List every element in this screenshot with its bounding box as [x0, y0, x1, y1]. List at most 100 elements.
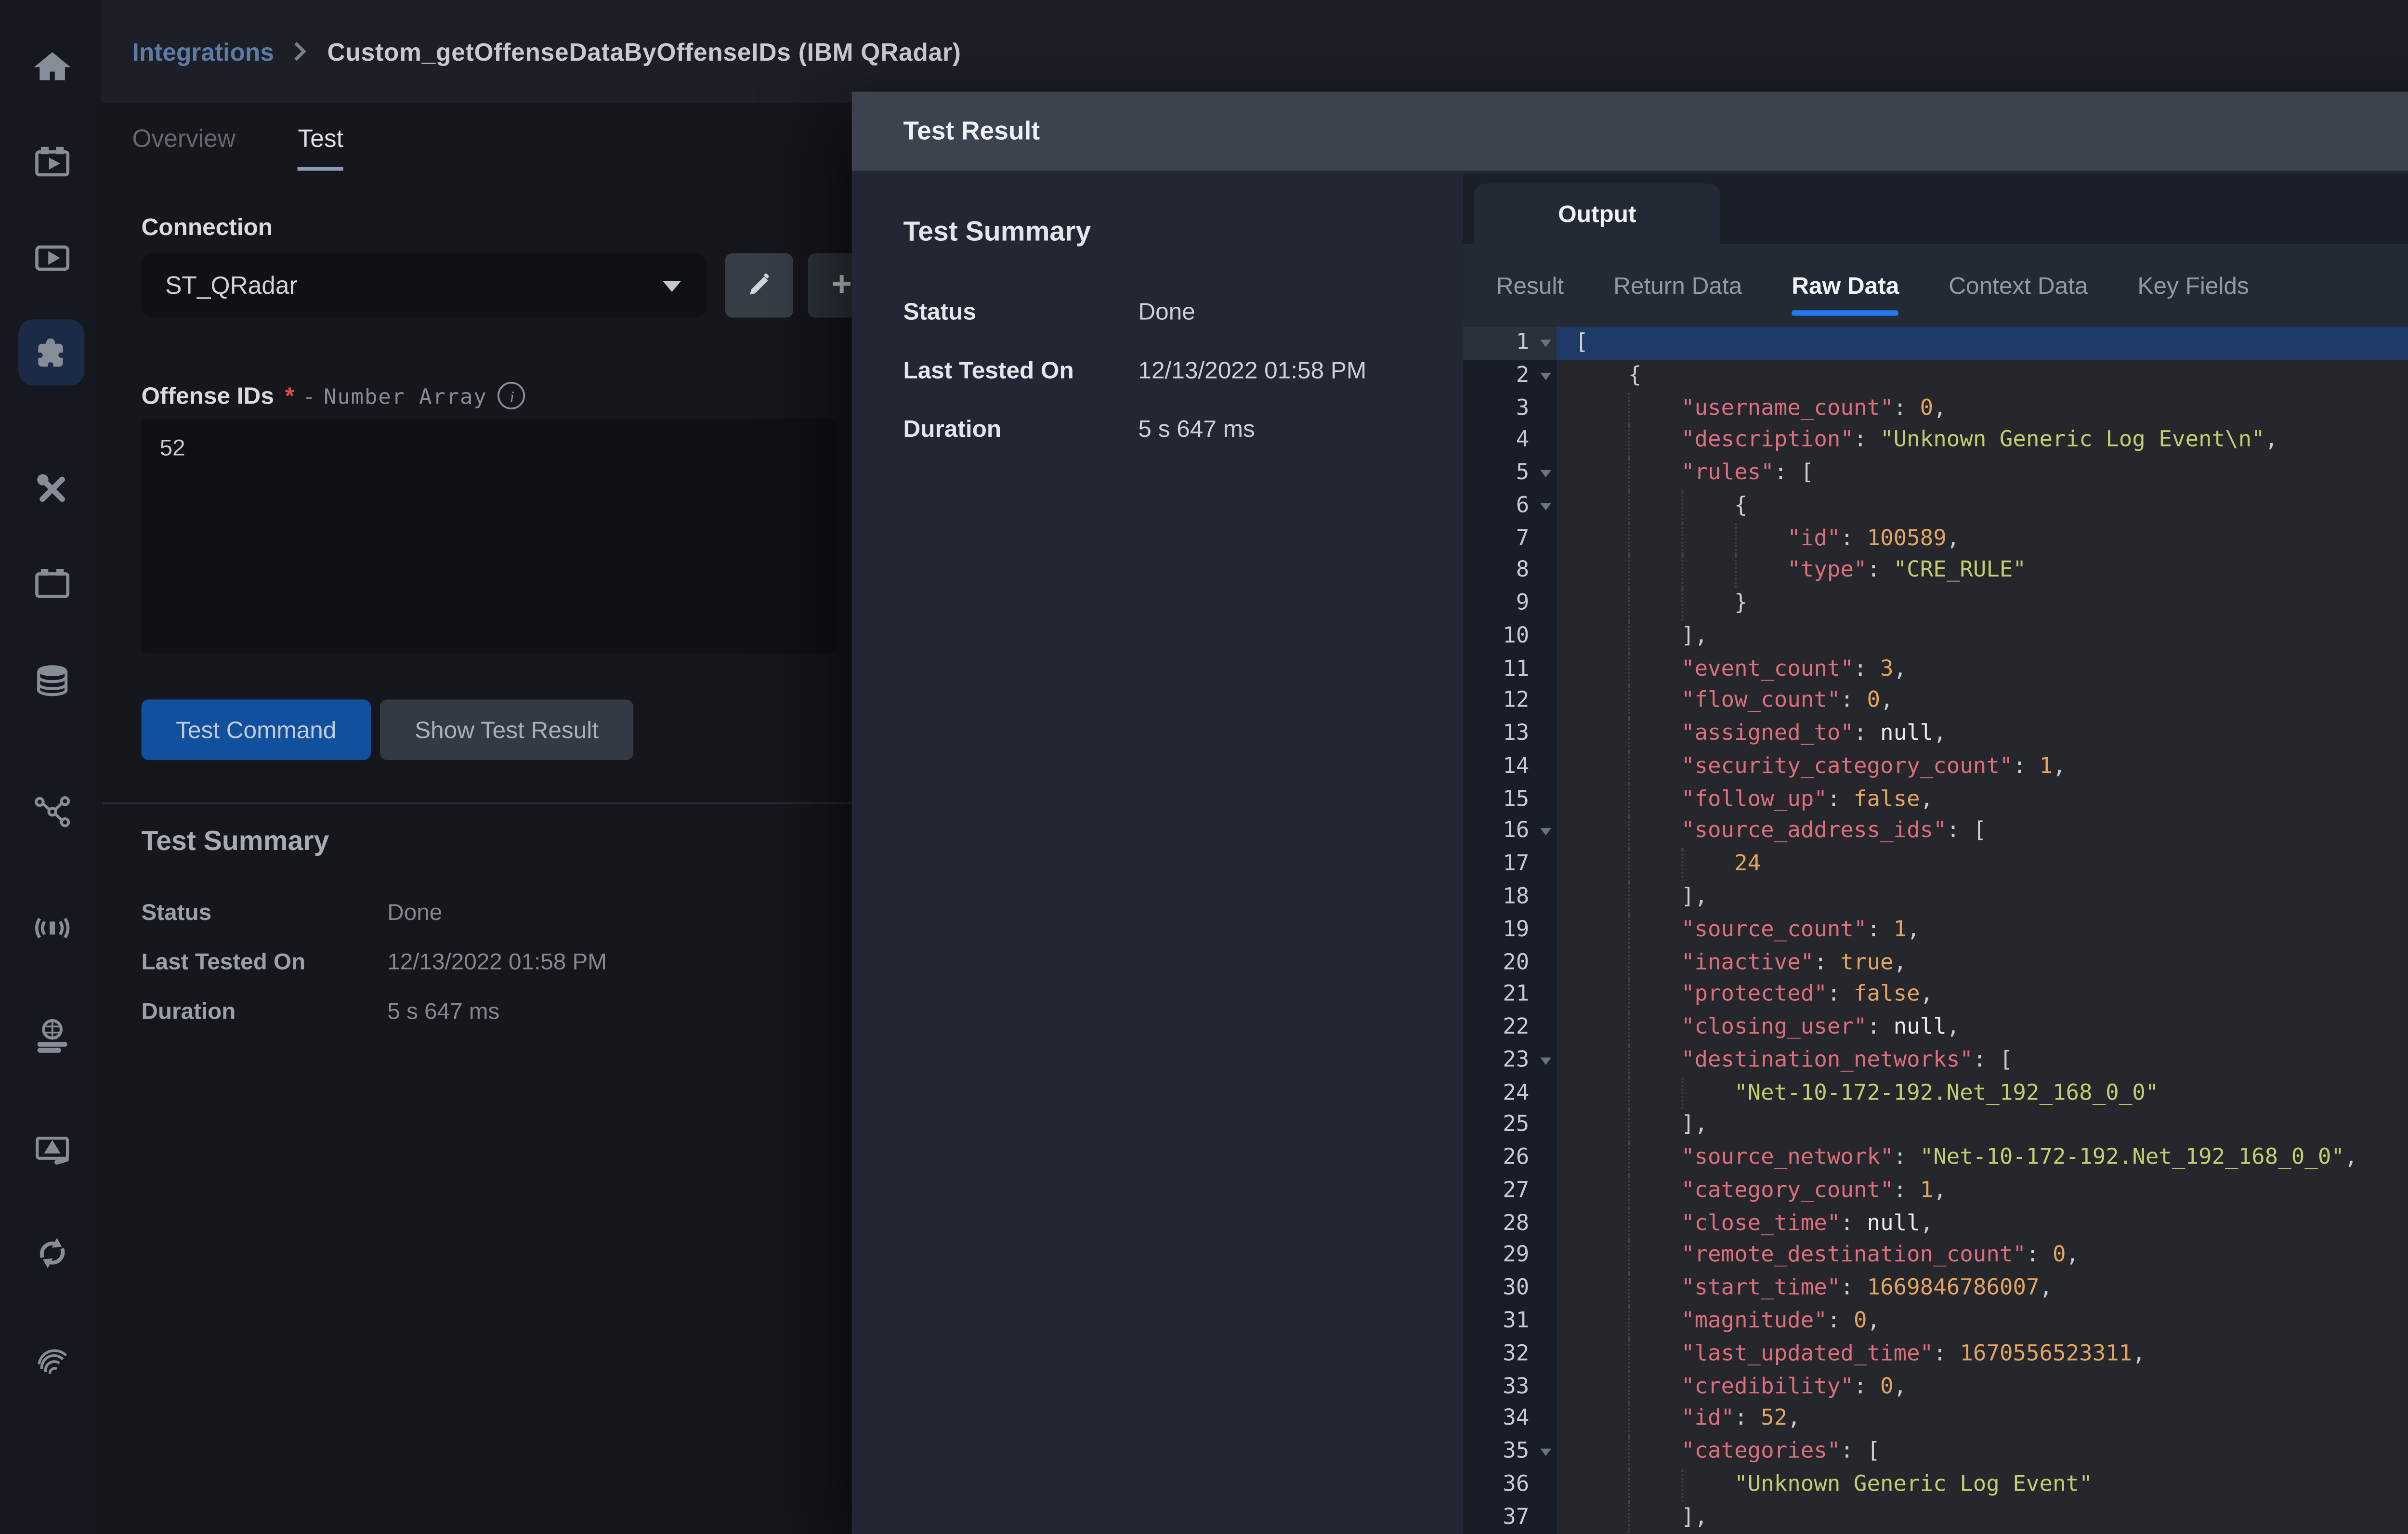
code-line-content: "id": 52, — [1557, 1403, 2408, 1436]
line-number: 34 — [1463, 1403, 1557, 1436]
code-line: 6{ — [1463, 490, 2408, 523]
tab-output[interactable]: Output — [1474, 184, 1720, 244]
token-p: : — [1734, 1405, 1761, 1430]
fold-caret-icon[interactable] — [1540, 470, 1551, 477]
indent-guide — [1628, 1110, 1630, 1142]
indent-guide — [1628, 1142, 1630, 1175]
token-k: "categories" — [1681, 1438, 1841, 1463]
code-line: 23"destination_networks": [ — [1463, 1044, 2408, 1077]
indent-guide — [1628, 1338, 1630, 1371]
token-n: 0 — [1880, 1372, 1894, 1398]
code-line: 24"Net-10-172-192.Net_192_168_0_0" — [1463, 1077, 2408, 1110]
code-line-content: "assigned_to": null, — [1557, 718, 2408, 751]
broadcast-icon — [30, 906, 73, 948]
token-p: : — [1933, 1340, 1960, 1365]
token-p: ], — [1681, 883, 1708, 909]
code-line: 2{ — [1463, 359, 2408, 392]
offense-ids-input[interactable]: 52 — [142, 419, 836, 654]
test-summary-table: StatusDoneLast Tested On12/13/2022 01:58… — [142, 900, 607, 1049]
code-line: 21"protected": false, — [1463, 979, 2408, 1012]
line-number: 30 — [1463, 1272, 1557, 1305]
fold-caret-icon[interactable] — [1540, 340, 1551, 347]
indent-guide — [1681, 523, 1683, 555]
subtab-return-data[interactable]: Return Data — [1613, 244, 1742, 327]
code-line-content: "start_time": 1669846786007, — [1557, 1272, 2408, 1305]
sidebar-item-topology[interactable] — [18, 778, 84, 844]
connection-select[interactable]: ST_QRadar — [142, 253, 707, 317]
breadcrumb-integrations-link[interactable]: Integrations — [132, 38, 274, 65]
indent-guide — [1628, 1240, 1630, 1273]
sidebar-item-reports[interactable] — [18, 1114, 84, 1180]
token-p: : — [1854, 1372, 1880, 1398]
subtab-raw-data[interactable]: Raw Data — [1792, 244, 1899, 327]
subtab-label: Result — [1496, 272, 1564, 299]
indent-guide — [1734, 523, 1736, 555]
fold-caret-icon[interactable] — [1540, 1057, 1551, 1064]
code-line: 7"id": 100589, — [1463, 523, 2408, 555]
token-p: : — [1827, 981, 1854, 1007]
sidebar-item-window[interactable] — [18, 551, 84, 617]
token-p: ], — [1681, 1112, 1708, 1137]
indent-guide — [1628, 1403, 1630, 1436]
subtab-key-fields[interactable]: Key Fields — [2137, 244, 2249, 327]
code-line-content: "categories": [ — [1557, 1436, 2408, 1468]
token-k: "closing_user" — [1681, 1013, 1867, 1039]
code-line-content: "event_count": 3, — [1557, 653, 2408, 686]
fold-caret-icon[interactable] — [1540, 829, 1551, 836]
indent-guide — [1628, 392, 1630, 425]
raw-data-code-viewer[interactable]: 1[2{3"username_count": 0,4"description":… — [1463, 327, 2408, 1534]
subtab-label: Context Data — [1949, 272, 2088, 299]
fold-caret-icon[interactable] — [1540, 1449, 1551, 1456]
line-number: 36 — [1463, 1468, 1557, 1501]
code-line: 25], — [1463, 1110, 2408, 1142]
indent-guide — [1628, 816, 1630, 849]
test-command-button[interactable]: Test Command — [142, 699, 371, 760]
sidebar-item-home[interactable] — [18, 33, 84, 99]
sync-arrows-icon — [30, 1231, 73, 1273]
code-line: 10], — [1463, 620, 2408, 653]
indent-guide — [1628, 849, 1630, 881]
code-line: 16"source_address_ids": [ — [1463, 816, 2408, 849]
code-line-content: "Net-10-172-192.Net_192_168_0_0" — [1557, 1077, 2408, 1110]
token-p: { — [1628, 361, 1642, 387]
sidebar-item-sync[interactable] — [18, 1219, 84, 1285]
summary-row-label: Last Tested On — [142, 949, 388, 975]
test-summary-heading: Test Summary — [142, 826, 329, 857]
summary-row-label: Status — [142, 900, 388, 925]
tab-test[interactable]: Test — [298, 125, 343, 170]
subtab-context-data[interactable]: Context Data — [1949, 244, 2088, 327]
fold-caret-icon[interactable] — [1540, 372, 1551, 380]
token-p: , — [1933, 1177, 1947, 1202]
sidebar-item-playbook-run[interactable] — [18, 224, 84, 290]
show-test-result-button[interactable]: Show Test Result — [380, 699, 633, 760]
summary-row-value: 12/13/2022 01:58 PM — [387, 949, 607, 975]
line-number: 24 — [1463, 1077, 1557, 1110]
sidebar-item-web[interactable] — [18, 1002, 84, 1068]
line-number: 27 — [1463, 1175, 1557, 1207]
indent-guide — [1628, 1305, 1630, 1338]
token-p: , — [1880, 687, 1894, 713]
line-number: 15 — [1463, 784, 1557, 816]
token-p: : — [1894, 1144, 1920, 1169]
sidebar-item-playbook-schedule[interactable] — [18, 129, 84, 195]
sidebar-item-fingerprint[interactable] — [18, 1329, 84, 1395]
code-line: 36"Unknown Generic Log Event" — [1463, 1468, 2408, 1501]
sidebar-item-database[interactable] — [18, 646, 84, 712]
info-icon[interactable]: i — [498, 382, 526, 409]
edit-connection-button[interactable] — [725, 253, 793, 317]
summary-row-label: Status — [903, 298, 1138, 356]
sidebar-item-integrations[interactable] — [18, 319, 84, 385]
panel-tabs: Overview Test — [132, 125, 343, 170]
line-number: 17 — [1463, 849, 1557, 881]
tab-overview[interactable]: Overview — [132, 125, 235, 170]
sidebar-item-broadcast[interactable] — [18, 894, 84, 960]
code-line-content: ], — [1557, 1110, 2408, 1142]
subtab-result[interactable]: Result — [1496, 244, 1564, 327]
fold-caret-icon[interactable] — [1540, 503, 1551, 510]
sidebar-item-tools[interactable] — [18, 455, 84, 521]
code-line-content: "protected": false, — [1557, 979, 2408, 1012]
hint-separator: - — [305, 383, 313, 408]
video-play-icon — [30, 236, 73, 278]
code-line: 30"start_time": 1669846786007, — [1463, 1272, 2408, 1305]
line-number: 13 — [1463, 718, 1557, 751]
